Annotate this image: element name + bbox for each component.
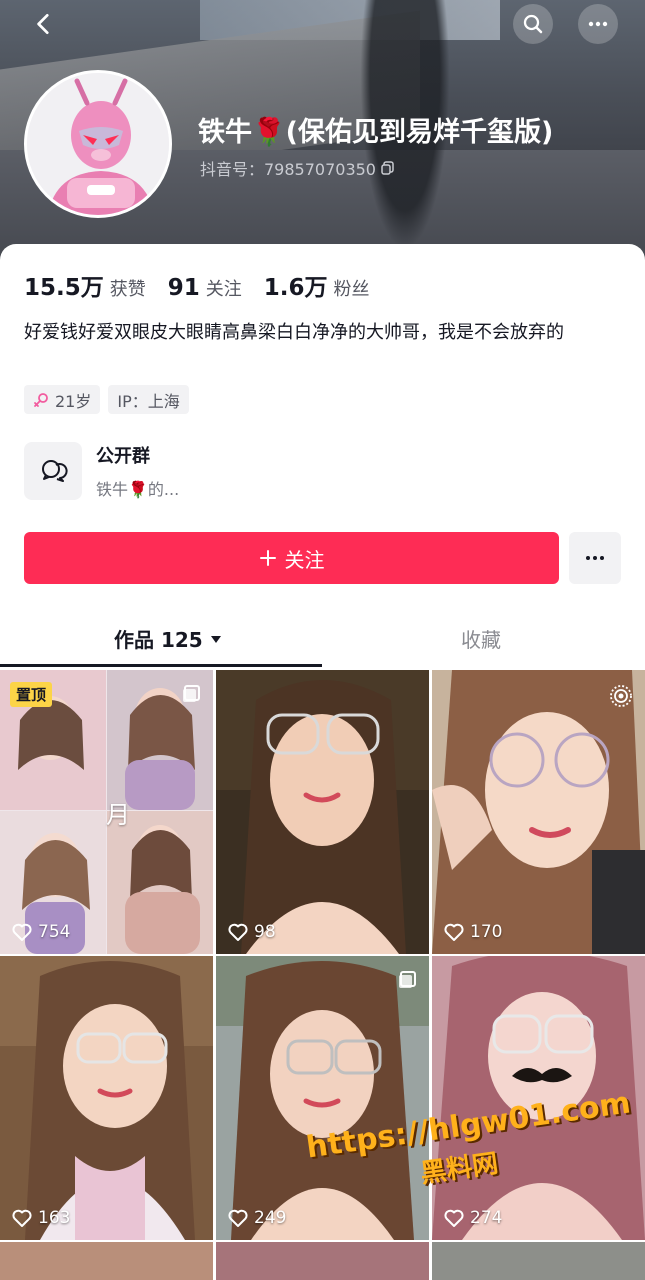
profile-tags: 21岁 IP：上海 [24, 385, 189, 414]
pinned-badge: 置顶 [10, 682, 53, 707]
copy-icon[interactable] [381, 161, 395, 175]
profile-bio: 好爱钱好爱双眼皮大眼睛高鼻梁白白净净的大帅哥，我是不会放弃的 [24, 322, 564, 343]
live-photo-icon [610, 685, 632, 707]
likes-count: 15.5万 [24, 275, 104, 301]
video-likes: 754 [12, 922, 70, 942]
follow-label: 关注 [284, 547, 325, 572]
heart-icon [228, 1209, 248, 1227]
heart-icon [12, 1209, 32, 1227]
video-likes: 249 [228, 1208, 286, 1228]
likes-stat: 15.5万 获赞 [24, 268, 146, 302]
tab-works-label: 作品 125 [114, 628, 203, 652]
followers-stat[interactable]: 1.6万 粉丝 [264, 268, 370, 302]
likes-label: 获赞 [109, 279, 146, 300]
more-options-button[interactable] [578, 4, 618, 44]
video-tile[interactable]: 163 [0, 956, 213, 1240]
plus-icon [259, 550, 276, 566]
video-thumbnail [0, 956, 213, 1240]
collage-caption: 月 [106, 801, 130, 829]
group-chat-icon-box [24, 442, 82, 500]
video-likes-count: 170 [470, 922, 503, 942]
video-likes-count: 754 [38, 922, 71, 942]
multi-image-icon [399, 971, 416, 988]
group-title: 公开群 [96, 446, 150, 467]
video-tile[interactable] [216, 1242, 429, 1280]
heart-icon [228, 923, 248, 941]
video-tile[interactable]: 249 [216, 956, 429, 1240]
video-thumbnail [216, 670, 429, 954]
ip-label: IP：上海 [117, 391, 180, 411]
search-button[interactable] [513, 4, 553, 44]
video-likes-count: 274 [470, 1208, 503, 1228]
multi-image-icon [183, 685, 200, 702]
group-text: 公开群 铁牛🌹的... [96, 442, 179, 500]
profile-stats: 15.5万 获赞 91 关注 1.6万 粉丝 [24, 268, 370, 302]
video-likes: 98 [228, 922, 276, 942]
profile-nickname: 铁牛🌹(保佑见到易烊千玺版) [198, 117, 554, 148]
followers-label: 粉丝 [333, 279, 370, 300]
video-likes-count: 163 [38, 1208, 71, 1228]
ellipsis-icon [588, 21, 608, 27]
douyin-id[interactable]: 抖音号：79857070350 [200, 156, 395, 180]
tab-works[interactable]: 作品 125 [114, 624, 223, 653]
video-likes: 170 [444, 922, 502, 942]
video-tile[interactable]: 置顶 月 754 [0, 670, 213, 954]
video-tile[interactable] [0, 1242, 213, 1280]
back-button[interactable] [24, 4, 64, 44]
ellipsis-icon [586, 556, 604, 560]
following-stat[interactable]: 91 关注 [168, 275, 242, 301]
video-tile[interactable]: 170 [432, 670, 645, 954]
video-likes-count: 249 [254, 1208, 287, 1228]
age-tag: 21岁 [24, 385, 101, 414]
search-icon [523, 14, 543, 34]
profile-tabs: 作品 125 收藏 [0, 616, 645, 668]
group-subtitle: 铁牛🌹的... [96, 480, 180, 499]
heart-icon [444, 1209, 464, 1227]
video-likes: 163 [12, 1208, 70, 1228]
douyin-id-text: 抖音号：79857070350 [200, 160, 376, 179]
video-thumbnail [216, 956, 429, 1240]
ip-tag: IP：上海 [108, 385, 189, 414]
public-group-entry[interactable]: 公开群 铁牛🌹的... [24, 442, 179, 500]
avatar[interactable] [24, 70, 172, 218]
heart-icon [444, 923, 464, 941]
chat-bubbles-icon [42, 460, 68, 482]
video-tile[interactable] [432, 1242, 645, 1280]
following-count: 91 [167, 275, 200, 301]
video-thumbnail [432, 670, 645, 954]
heart-icon [12, 923, 32, 941]
video-likes: 274 [444, 1208, 502, 1228]
more-actions-button[interactable] [569, 532, 621, 584]
followers-count: 1.6万 [263, 275, 328, 301]
caret-down-icon [210, 635, 221, 643]
following-label: 关注 [205, 279, 242, 300]
female-icon [34, 392, 48, 407]
avatar-robot-image [27, 73, 169, 215]
age-label: 21岁 [55, 391, 92, 411]
video-likes-count: 98 [254, 922, 276, 942]
follow-button[interactable]: 关注 [24, 532, 559, 584]
video-tile[interactable]: 98 [216, 670, 429, 954]
chevron-left-icon [37, 13, 49, 35]
active-tab-indicator [0, 664, 322, 667]
tab-favorites[interactable]: 收藏 [461, 624, 501, 653]
